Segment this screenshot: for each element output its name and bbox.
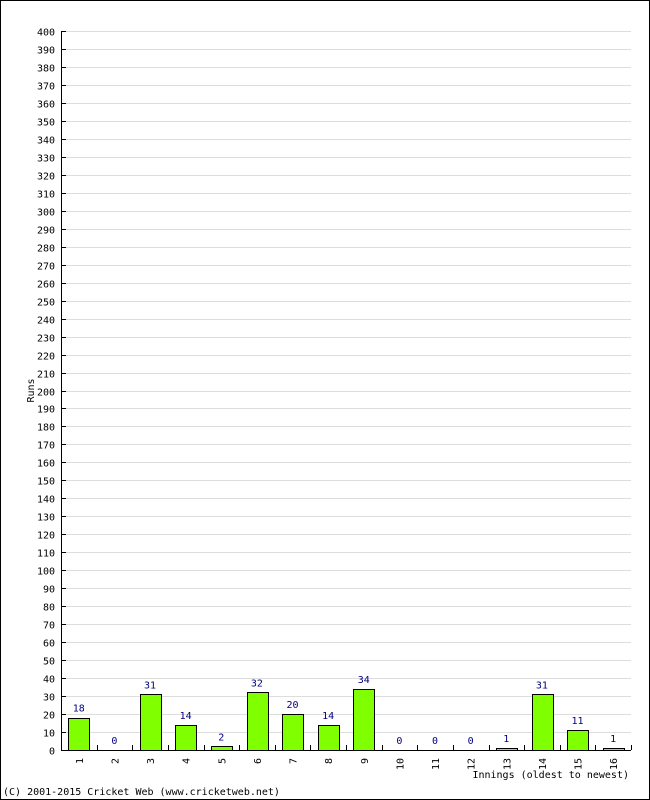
y-tick-label: 200 [37, 388, 55, 399]
y-tick-label: 270 [37, 262, 55, 273]
bar [175, 725, 197, 751]
y-axis-label: Runs [26, 378, 37, 402]
x-axis-label: Innings (oldest to newest) [472, 770, 629, 781]
y-tick-label: 80 [43, 603, 55, 614]
bar [567, 730, 589, 751]
bar [532, 694, 554, 751]
bar [318, 725, 340, 751]
data-label: 31 [536, 680, 548, 691]
x-tick-label: 9 [360, 758, 371, 764]
y-tick-label: 170 [37, 441, 55, 452]
y-tick-label: 220 [37, 352, 55, 363]
y-tick-label: 360 [37, 100, 55, 111]
y-tick-label: 150 [37, 477, 55, 488]
y-tick-label: 310 [37, 190, 55, 201]
x-tick-label: 6 [253, 758, 264, 764]
data-label: 34 [358, 675, 370, 686]
y-tick-label: 290 [37, 226, 55, 237]
y-tick-label: 0 [49, 747, 55, 758]
data-label: 31 [144, 680, 156, 691]
y-tick-label: 30 [43, 693, 55, 704]
y-tick-label: 110 [37, 549, 55, 560]
x-tick-label: 2 [110, 758, 121, 764]
runs-bar-chart: 0102030405060708090100110120130140150160… [26, 28, 632, 781]
data-label: 0 [432, 736, 438, 747]
y-tick-label: 50 [43, 657, 55, 668]
y-tick-label: 300 [37, 208, 55, 219]
y-tick-label: 350 [37, 118, 55, 129]
data-label: 11 [572, 716, 584, 727]
x-tick-label: 1 [75, 758, 86, 764]
y-tick-label: 330 [37, 154, 55, 165]
x-tick-label: 14 [538, 758, 549, 770]
y-tick-label: 140 [37, 495, 55, 506]
y-tick-label: 180 [37, 423, 55, 434]
x-tick-label: 3 [146, 758, 157, 764]
x-tick-label: 12 [467, 758, 478, 770]
data-label: 20 [287, 700, 299, 711]
data-label: 14 [180, 711, 192, 722]
bar [211, 746, 233, 751]
y-tick-label: 70 [43, 621, 55, 632]
y-tick-label: 60 [43, 639, 55, 650]
y-tick-label: 250 [37, 298, 55, 309]
y-tick-label: 400 [37, 28, 55, 39]
y-tick-label: 280 [37, 244, 55, 255]
y-tick-label: 10 [43, 729, 55, 740]
data-label: 0 [396, 736, 402, 747]
data-label: 0 [111, 736, 117, 747]
y-tick-label: 210 [37, 370, 55, 381]
y-tick-label: 120 [37, 531, 55, 542]
data-label: 1 [503, 734, 509, 745]
x-tick-label: 5 [217, 758, 228, 764]
y-tick-label: 20 [43, 711, 55, 722]
chart-frame: 0 10 20 30 40 50 60 70 80 90 100 110 120 130 140 150 160… [0, 0, 650, 800]
y-tick-label: 240 [37, 316, 55, 327]
x-tick-label: 15 [574, 758, 585, 770]
x-tick-label: 4 [182, 758, 193, 764]
bar [247, 692, 269, 751]
data-label: 14 [322, 711, 334, 722]
gridlines [61, 31, 631, 733]
y-tick-label: 130 [37, 513, 55, 524]
x-tick-label: 13 [502, 758, 513, 770]
data-label: 2 [218, 732, 224, 743]
y-tick-label: 100 [37, 567, 55, 578]
y-tick-label: 190 [37, 405, 55, 416]
y-tick-label: 320 [37, 172, 55, 183]
bar [140, 694, 162, 751]
data-label: 0 [468, 736, 474, 747]
copyright-footer: (C) 2001-2015 Cricket Web (www.cricketwe… [3, 787, 280, 798]
bars [68, 689, 625, 751]
data-label: 32 [251, 678, 263, 689]
x-tick-label: 16 [609, 758, 620, 770]
y-tick-label: 390 [37, 46, 55, 57]
x-tick-label: 11 [431, 758, 442, 770]
x-tick-label: 10 [395, 758, 406, 770]
data-label: 1 [610, 734, 616, 745]
y-tick-label: 40 [43, 675, 55, 686]
y-tick-label: 90 [43, 585, 55, 596]
y-tick-label: 230 [37, 334, 55, 345]
bar [68, 718, 90, 751]
x-tick-label: 8 [324, 758, 335, 764]
y-tick-label: 260 [37, 280, 55, 291]
y-tick-label: 160 [37, 459, 55, 470]
y-tick-label: 340 [37, 136, 55, 147]
x-tick-label: 7 [289, 758, 300, 764]
y-tick-label: 380 [37, 64, 55, 75]
data-label: 18 [73, 704, 85, 715]
bar [353, 689, 375, 751]
y-tick-label: 370 [37, 82, 55, 93]
bar [282, 714, 304, 751]
